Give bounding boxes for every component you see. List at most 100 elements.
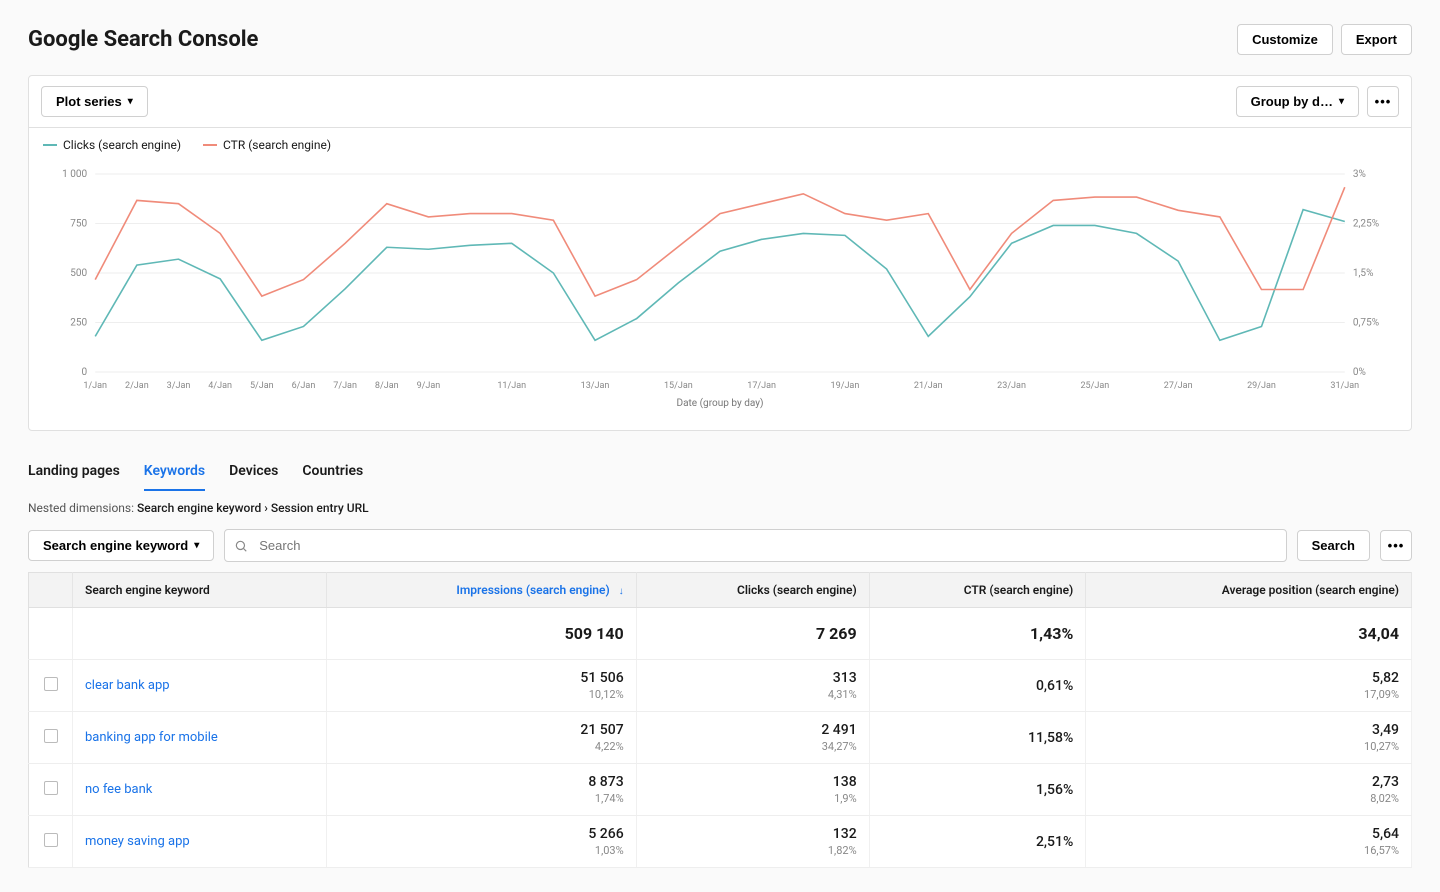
legend-label: Clicks (search engine) — [63, 138, 181, 152]
cell-impressions: 51 506 — [339, 670, 624, 686]
cell-avg-position: 2,73 — [1098, 774, 1399, 790]
breadcrumb-separator-icon: › — [264, 501, 268, 515]
group-by-label: Group by d… — [1251, 94, 1333, 109]
cell-impressions: 5 266 — [339, 826, 624, 842]
svg-text:Date (group by day): Date (group by day) — [676, 397, 763, 409]
nested-dim-1: Search engine keyword — [137, 501, 261, 515]
tab-landing-pages[interactable]: Landing pages — [28, 457, 120, 491]
svg-text:19/Jan: 19/Jan — [831, 381, 860, 391]
chart-more-button[interactable]: ••• — [1367, 86, 1399, 117]
svg-text:13/Jan: 13/Jan — [581, 381, 610, 391]
svg-text:9/Jan: 9/Jan — [417, 381, 441, 391]
keyword-link[interactable]: no fee bank — [85, 782, 152, 797]
svg-text:3%: 3% — [1353, 169, 1366, 180]
cell-avg-position: 5,82 — [1098, 670, 1399, 686]
legend-swatch-icon — [203, 144, 217, 146]
svg-text:6/Jan: 6/Jan — [292, 381, 316, 391]
cell-impressions-pct: 4,22% — [339, 740, 624, 753]
cell-avg-position: 5,64 — [1098, 826, 1399, 842]
legend-label: CTR (search engine) — [223, 138, 331, 152]
cell-ctr: 2,51% — [882, 834, 1074, 850]
column-label: Impressions (search engine) — [456, 583, 609, 597]
legend-item-clicks: Clicks (search engine) — [43, 138, 181, 152]
cell-clicks: 138 — [649, 774, 857, 790]
column-header-keyword[interactable]: Search engine keyword — [73, 573, 327, 608]
table-more-button[interactable]: ••• — [1380, 530, 1412, 561]
keywords-table: Search engine keyword Impressions (searc… — [28, 572, 1412, 868]
svg-text:0: 0 — [82, 367, 88, 378]
tab-keywords[interactable]: Keywords — [144, 457, 205, 491]
svg-text:23/Jan: 23/Jan — [997, 381, 1026, 391]
svg-text:2/Jan: 2/Jan — [125, 381, 149, 391]
customize-button[interactable]: Customize — [1237, 24, 1333, 55]
cell-clicks-pct: 1,82% — [649, 844, 857, 857]
search-button[interactable]: Search — [1297, 530, 1370, 561]
total-impressions: 509 140 — [327, 608, 637, 660]
cell-clicks-pct: 1,9% — [649, 792, 857, 805]
svg-text:8/Jan: 8/Jan — [375, 381, 399, 391]
cell-avg-position-pct: 17,09% — [1098, 688, 1399, 701]
cell-ctr: 1,56% — [882, 782, 1074, 798]
chevron-down-icon: ▾ — [194, 540, 199, 551]
svg-text:17/Jan: 17/Jan — [747, 381, 776, 391]
table-row: money saving app 5 2661,03% 1321,82% 2,5… — [29, 816, 1412, 868]
table-row: clear bank app 51 50610,12% 3134,31% 0,6… — [29, 660, 1412, 712]
chevron-down-icon: ▾ — [128, 96, 133, 107]
plot-series-label: Plot series — [56, 94, 122, 109]
tab-countries[interactable]: Countries — [302, 457, 363, 491]
plot-series-dropdown[interactable]: Plot series ▾ — [41, 86, 148, 117]
column-header-clicks[interactable]: Clicks (search engine) — [636, 573, 869, 608]
cell-clicks: 2 491 — [649, 722, 857, 738]
search-input[interactable] — [224, 529, 1286, 562]
totals-row: 509 140 7 269 1,43% 34,04 — [29, 608, 1412, 660]
chart-legend: Clicks (search engine) CTR (search engin… — [29, 128, 1411, 162]
nested-dimensions: Nested dimensions: Search engine keyword… — [28, 501, 1412, 515]
cell-avg-position-pct: 16,57% — [1098, 844, 1399, 857]
page-title: Google Search Console — [28, 27, 258, 52]
row-checkbox[interactable] — [44, 677, 58, 691]
tabs-bar: Landing pages Keywords Devices Countries — [28, 457, 1412, 491]
column-header-ctr[interactable]: CTR (search engine) — [869, 573, 1086, 608]
column-header-impressions[interactable]: Impressions (search engine) ↓ — [327, 573, 637, 608]
svg-text:7/Jan: 7/Jan — [333, 381, 357, 391]
dimension-selector-dropdown[interactable]: Search engine keyword ▾ — [28, 530, 214, 561]
cell-impressions: 21 507 — [339, 722, 624, 738]
export-button[interactable]: Export — [1341, 24, 1412, 55]
cell-ctr: 11,58% — [882, 730, 1074, 746]
total-avg-position: 34,04 — [1086, 608, 1412, 660]
svg-text:2,25%: 2,25% — [1353, 219, 1379, 230]
cell-impressions-pct: 1,74% — [339, 792, 624, 805]
group-by-dropdown[interactable]: Group by d… ▾ — [1236, 86, 1359, 117]
cell-clicks: 313 — [649, 670, 857, 686]
svg-text:29/Jan: 29/Jan — [1247, 381, 1276, 391]
cell-clicks-pct: 34,27% — [649, 740, 857, 753]
nested-prefix: Nested dimensions: — [28, 501, 134, 515]
cell-clicks-pct: 4,31% — [649, 688, 857, 701]
legend-swatch-icon — [43, 144, 57, 146]
more-horizontal-icon: ••• — [1375, 94, 1392, 109]
column-header-checkbox[interactable] — [29, 573, 73, 608]
column-header-avg-position[interactable]: Average position (search engine) — [1086, 573, 1412, 608]
svg-text:1,5%: 1,5% — [1353, 268, 1374, 279]
svg-text:0%: 0% — [1353, 367, 1366, 378]
more-horizontal-icon: ••• — [1388, 538, 1405, 553]
keyword-link[interactable]: banking app for mobile — [85, 730, 218, 745]
keyword-link[interactable]: clear bank app — [85, 678, 170, 693]
row-checkbox[interactable] — [44, 781, 58, 795]
row-checkbox[interactable] — [44, 833, 58, 847]
cell-impressions-pct: 1,03% — [339, 844, 624, 857]
svg-text:31/Jan: 31/Jan — [1330, 381, 1359, 391]
dimension-selector-label: Search engine keyword — [43, 538, 188, 553]
svg-text:25/Jan: 25/Jan — [1080, 381, 1109, 391]
chart-card: Plot series ▾ Group by d… ▾ ••• Clicks (… — [28, 75, 1412, 431]
legend-item-ctr: CTR (search engine) — [203, 138, 331, 152]
tab-devices[interactable]: Devices — [229, 457, 278, 491]
sort-descending-icon: ↓ — [619, 586, 624, 597]
row-checkbox[interactable] — [44, 729, 58, 743]
svg-text:1/Jan: 1/Jan — [83, 381, 107, 391]
svg-text:15/Jan: 15/Jan — [664, 381, 693, 391]
svg-text:27/Jan: 27/Jan — [1164, 381, 1193, 391]
keyword-link[interactable]: money saving app — [85, 834, 190, 849]
svg-text:5/Jan: 5/Jan — [250, 381, 274, 391]
svg-text:3/Jan: 3/Jan — [167, 381, 191, 391]
